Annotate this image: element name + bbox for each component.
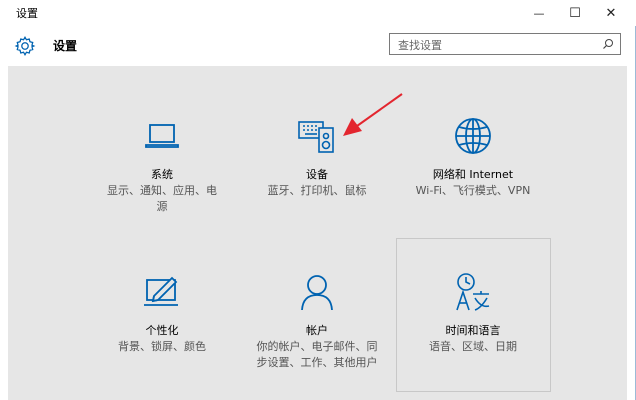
window-frame-left (0, 26, 8, 400)
window-frame-right (627, 26, 636, 400)
tile-network[interactable]: 网络和 Internet Wi-Fi、飞行模式、VPN (396, 116, 550, 216)
tile-devices[interactable]: 设备 蓝牙、打印机、鼠标 (240, 116, 394, 216)
tile-personalization-desc: 背景、锁屏、颜色 (118, 340, 206, 353)
tile-devices-desc: 蓝牙、打印机、鼠标 (267, 184, 367, 197)
tile-personalization-label: 个性化 (145, 324, 179, 337)
tile-system-desc: 显示、通知、应用、电源 (107, 184, 217, 213)
search-icon[interactable] (602, 38, 614, 50)
globe-icon (455, 118, 491, 154)
tile-network-label: 网络和 Internet (432, 168, 514, 181)
close-icon: ✕ (605, 5, 617, 21)
tile-accounts-desc: 你的帐户、电子邮件、同步设置、工作、其他用户 (256, 340, 378, 369)
tile-personalization[interactable]: 个性化 背景、锁屏、颜色 (85, 272, 239, 372)
close-button[interactable]: ✕ (594, 0, 628, 26)
maximize-button[interactable]: ☐ (558, 0, 592, 26)
settings-header: 设置 查找设置 (8, 26, 627, 66)
person-icon (301, 275, 333, 311)
search-placeholder: 查找设置 (398, 39, 442, 52)
time-language-icon (456, 273, 490, 311)
tile-system-label: 系统 (151, 168, 173, 181)
tile-system[interactable]: 系统 显示、通知、应用、电源 (85, 116, 239, 216)
page-title: 设置 (53, 39, 78, 53)
personalization-icon (144, 276, 178, 306)
tile-accounts[interactable]: 帐户 你的帐户、电子邮件、同步设置、工作、其他用户 (240, 272, 394, 382)
tile-devices-label: 设备 (306, 168, 328, 181)
devices-icon (298, 121, 334, 153)
minimize-button[interactable]: — (522, 0, 556, 26)
window-title: 设置 (16, 7, 38, 20)
tile-time-language-desc: 语音、区域、日期 (429, 340, 517, 353)
tile-time-language-label: 时间和语言 (445, 324, 501, 337)
maximize-icon: ☐ (569, 5, 581, 21)
title-bar: 设置 — ☐ ✕ (0, 0, 636, 26)
tile-time-language[interactable]: 时间和语言 语音、区域、日期 (396, 272, 550, 372)
settings-content: 系统 显示、通知、应用、电源 设备 蓝牙、打印机、鼠标 网络和 Internet… (8, 66, 627, 400)
minimize-icon: — (533, 6, 545, 20)
tile-accounts-label: 帐户 (306, 324, 328, 337)
laptop-icon (145, 124, 179, 148)
tile-network-desc: Wi-Fi、飞行模式、VPN (415, 184, 531, 197)
gear-icon (14, 36, 36, 56)
search-input[interactable]: 查找设置 (389, 33, 621, 55)
